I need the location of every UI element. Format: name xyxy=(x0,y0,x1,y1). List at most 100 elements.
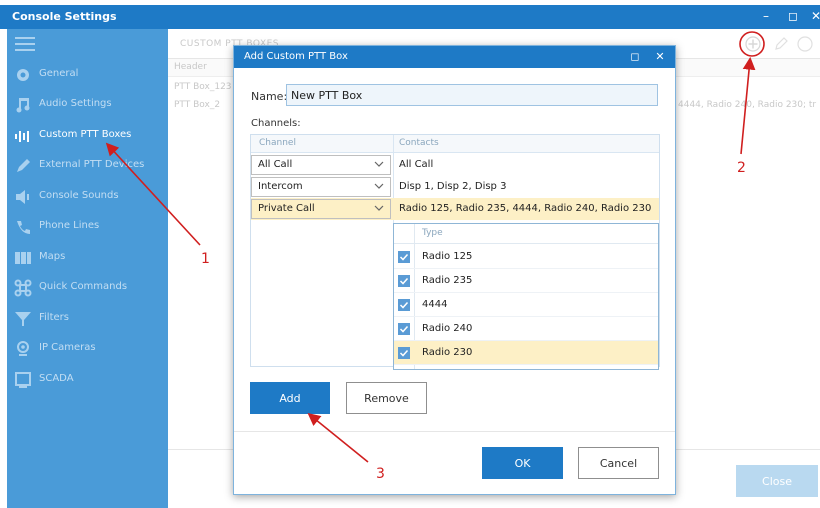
maximize-icon[interactable]: ◻ xyxy=(785,8,801,24)
minimize-icon[interactable]: – xyxy=(758,8,774,24)
annotation-label-2: 2 xyxy=(737,160,746,176)
sidebar-item-label: Quick Commands xyxy=(39,281,128,292)
sidebar-item-scada[interactable]: SCADA xyxy=(7,369,168,391)
check-icon xyxy=(399,301,409,309)
channels-label: Channels: xyxy=(251,118,301,129)
channel-contacts: All Call xyxy=(399,159,434,170)
edit-icon[interactable] xyxy=(772,35,790,53)
monitor-icon xyxy=(15,372,31,388)
channel-contacts: Disp 1, Disp 2, Disp 3 xyxy=(399,181,507,192)
channel-dropdown[interactable]: Intercom xyxy=(251,177,391,197)
filter-icon xyxy=(15,312,31,326)
camera-icon xyxy=(17,341,29,356)
sidebar-item-console-sounds[interactable]: Console Sounds xyxy=(7,186,168,208)
row-contacts: 4444, Radio 240, Radio 230; tr xyxy=(678,100,817,110)
contact-name: 4444 xyxy=(422,299,448,310)
window-title-bar: Console Settings – ◻ ✕ xyxy=(0,5,820,29)
sidebar-item-ip-cameras[interactable]: IP Cameras xyxy=(7,338,168,360)
channel-row[interactable]: All Call All Call xyxy=(251,154,659,176)
maximize-icon[interactable]: ◻ xyxy=(627,49,643,65)
channel-value: Private Call xyxy=(258,203,315,214)
sidebar-item-label: Custom PTT Boxes xyxy=(39,129,132,140)
contacts-list-header: Type xyxy=(394,224,658,244)
sidebar-item-label: Phone Lines xyxy=(39,220,100,231)
pen-icon xyxy=(17,159,30,172)
check-icon xyxy=(399,277,409,285)
add-custom-ptt-box-dialog: Add Custom PTT Box ◻ ✕ Name: Channels: C… xyxy=(233,45,676,495)
gear-icon xyxy=(17,69,29,81)
sidebar-item-label: Filters xyxy=(39,312,69,323)
chevron-down-icon xyxy=(374,183,384,189)
chevron-down-icon xyxy=(374,205,384,211)
add-button[interactable]: Add xyxy=(250,382,330,414)
contact-item[interactable]: Radio 125 xyxy=(394,245,658,269)
chevron-down-icon xyxy=(374,161,384,167)
contact-name: Radio 235 xyxy=(422,275,473,286)
phone-icon xyxy=(17,221,30,234)
channel-row[interactable]: Intercom Disp 1, Disp 2, Disp 3 xyxy=(251,176,659,198)
sidebar-item-label: IP Cameras xyxy=(39,342,96,353)
contact-name: Radio 230 xyxy=(422,347,473,358)
close-icon[interactable]: ✕ xyxy=(808,8,820,24)
cancel-button[interactable]: Cancel xyxy=(578,447,659,479)
ok-button[interactable]: OK xyxy=(482,447,563,479)
sidebar-item-audio-settings[interactable]: Audio Settings xyxy=(7,94,168,116)
sidebar-item-filters[interactable]: Filters xyxy=(7,308,168,330)
delete-icon[interactable] xyxy=(796,35,814,53)
row-name: PTT Box_2 xyxy=(174,100,221,110)
sidebar: General Audio Settings Custom PTT Boxes … xyxy=(7,29,168,508)
checkbox-checked[interactable] xyxy=(398,347,410,359)
sidebar-item-label: SCADA xyxy=(39,373,74,384)
add-icon[interactable] xyxy=(744,35,762,53)
column-header-contacts: Contacts xyxy=(399,138,439,148)
speaker-icon xyxy=(16,190,29,204)
check-icon xyxy=(399,253,409,261)
sidebar-item-label: Console Sounds xyxy=(39,190,119,201)
grid-header-label: Header xyxy=(174,62,207,72)
contact-item[interactable]: 4444 xyxy=(394,293,658,317)
sidebar-item-general[interactable]: General xyxy=(7,64,168,86)
contacts-dropdown-list: Type Radio 125 Radio 235 4444 Radio 240 … xyxy=(393,223,659,370)
sidebar-item-label: Maps xyxy=(39,251,66,262)
close-button[interactable]: Close xyxy=(736,465,818,497)
name-input[interactable] xyxy=(286,84,658,106)
channel-value: All Call xyxy=(258,159,293,170)
check-icon xyxy=(399,349,409,357)
checkbox-checked[interactable] xyxy=(398,323,410,335)
column-header-channel: Channel xyxy=(259,138,296,148)
map-icon xyxy=(15,252,31,264)
channels-table-header: Channel Contacts xyxy=(251,135,659,153)
equalizer-icon xyxy=(15,131,29,142)
channel-row-selected[interactable]: Private Call Radio 125, Radio 235, 4444,… xyxy=(251,198,659,220)
sidebar-item-label: External PTT Devices xyxy=(39,159,145,170)
check-icon xyxy=(399,325,409,333)
checkbox-checked[interactable] xyxy=(398,275,410,287)
dialog-title-bar: Add Custom PTT Box ◻ ✕ xyxy=(234,46,675,68)
sidebar-item-quick-commands[interactable]: Quick Commands xyxy=(7,277,168,299)
contact-item[interactable]: Radio 240 xyxy=(394,317,658,341)
sidebar-item-phone-lines[interactable]: Phone Lines xyxy=(7,216,168,238)
close-icon[interactable]: ✕ xyxy=(652,49,668,65)
channel-dropdown[interactable]: All Call xyxy=(251,155,391,175)
channel-dropdown[interactable]: Private Call xyxy=(251,199,391,219)
sidebar-item-external-ptt-devices[interactable]: External PTT Devices xyxy=(7,155,168,177)
annotation-label-1: 1 xyxy=(201,251,210,267)
row-name: PTT Box_123 xyxy=(174,82,232,92)
dialog-footer-divider xyxy=(234,431,675,432)
contact-name: Radio 240 xyxy=(422,323,473,334)
sidebar-item-maps[interactable]: Maps xyxy=(7,247,168,269)
contact-item-selected[interactable]: Radio 230 xyxy=(394,341,658,365)
sidebar-item-custom-ptt-boxes[interactable]: Custom PTT Boxes xyxy=(7,125,168,147)
column-header-type: Type xyxy=(422,228,443,238)
dialog-title: Add Custom PTT Box xyxy=(244,51,348,62)
annotation-label-3: 3 xyxy=(376,466,385,482)
contact-item[interactable]: Radio 235 xyxy=(394,269,658,293)
music-note-icon xyxy=(16,98,30,113)
checkbox-checked[interactable] xyxy=(398,299,410,311)
checkbox-checked[interactable] xyxy=(398,251,410,263)
channel-value: Intercom xyxy=(258,181,303,192)
sidebar-item-label: General xyxy=(39,68,79,79)
hamburger-menu-icon[interactable] xyxy=(15,37,35,51)
remove-button[interactable]: Remove xyxy=(346,382,427,414)
contact-name: Radio 125 xyxy=(422,251,473,262)
